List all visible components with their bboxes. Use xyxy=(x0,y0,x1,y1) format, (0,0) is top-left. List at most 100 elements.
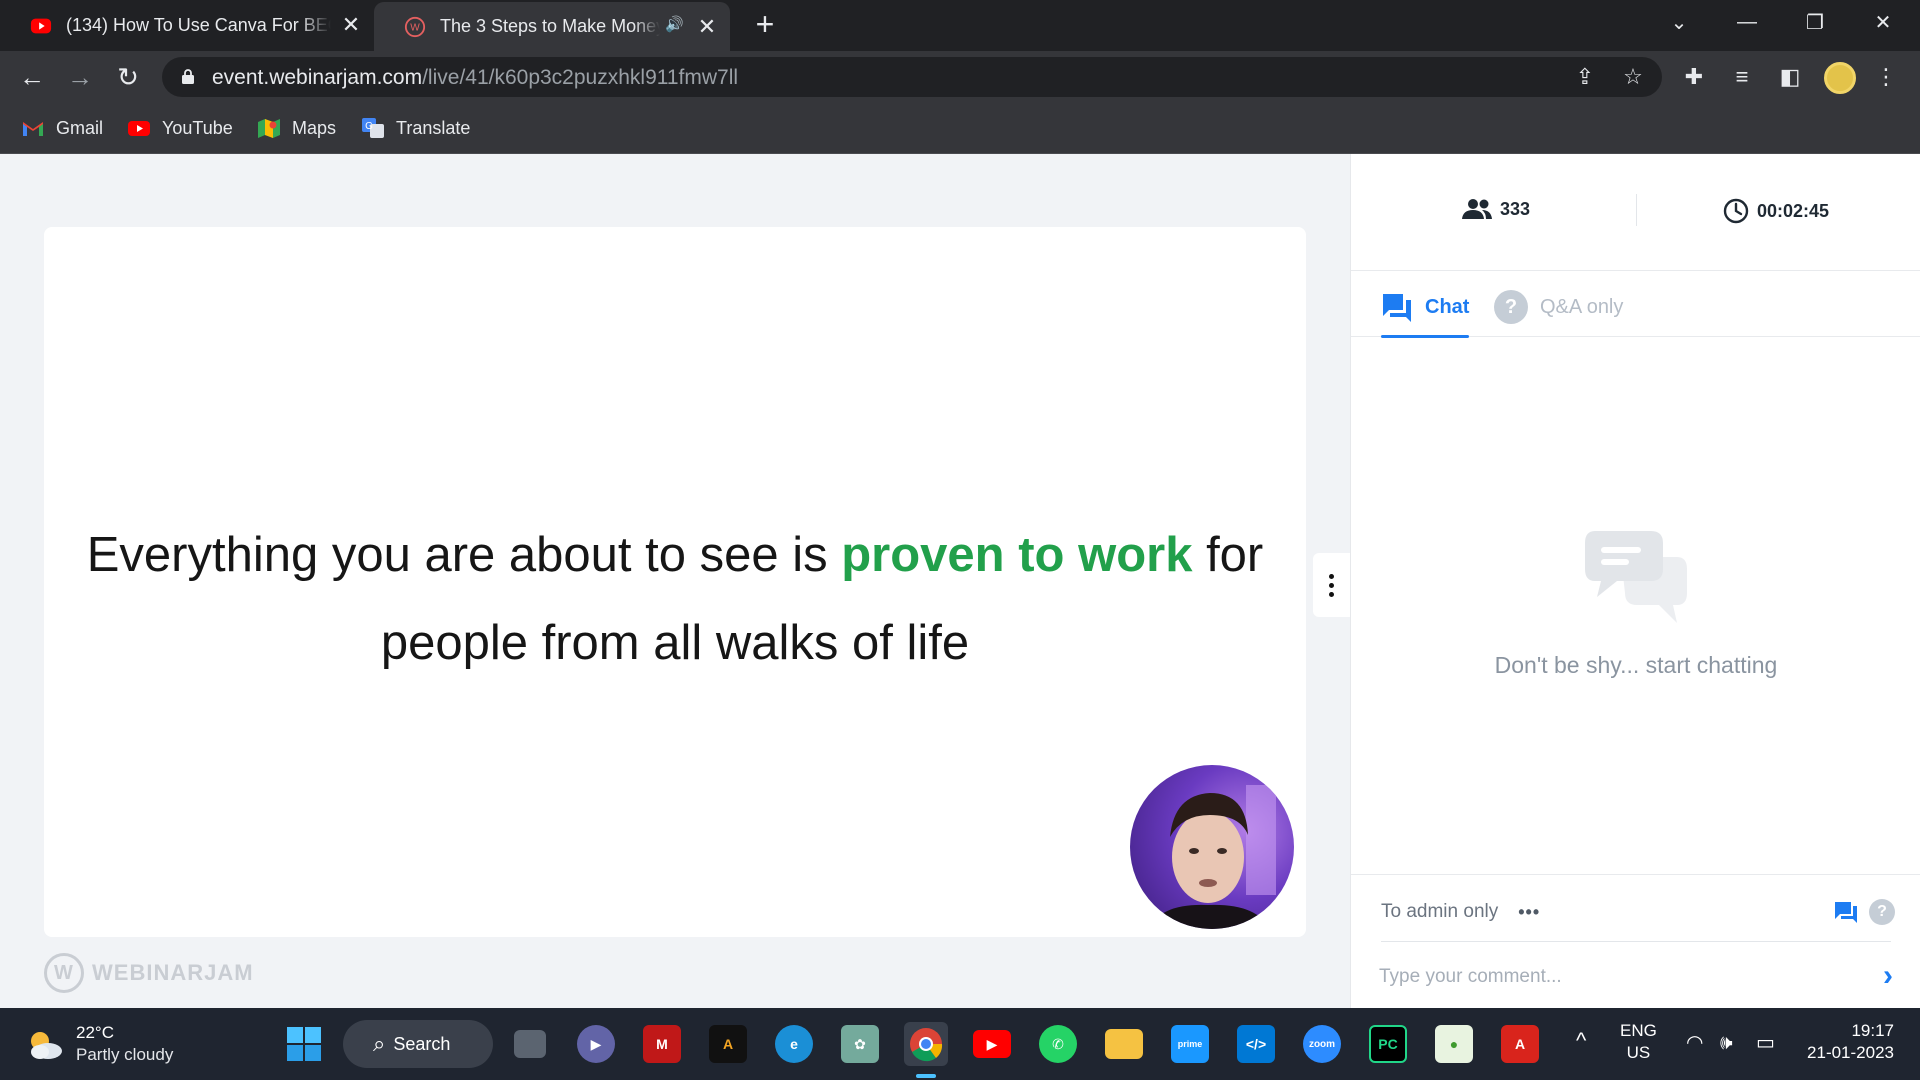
teams-chat-icon[interactable]: ▶ xyxy=(574,1022,618,1066)
bookmark-label: Maps xyxy=(292,117,337,138)
media-queue-icon[interactable]: ≡ xyxy=(1726,61,1758,93)
svg-text:G: G xyxy=(365,121,373,132)
tab-chat[interactable]: Chat xyxy=(1381,291,1470,338)
chatgpt-icon[interactable]: ✿ xyxy=(838,1022,882,1066)
region-code: US xyxy=(1626,1043,1651,1062)
empty-chat-illustration xyxy=(1351,527,1920,632)
empty-chat-message: Don't be shy... start chatting xyxy=(1494,652,1778,678)
volume-icon[interactable]: 🕪 xyxy=(1720,1032,1733,1054)
composer-divider xyxy=(1381,941,1891,942)
vscode-icon[interactable]: </> xyxy=(1234,1022,1278,1066)
green-app-icon[interactable]: ● xyxy=(1432,1022,1476,1066)
chat-bubbles-icon xyxy=(1383,294,1411,322)
minimize-icon[interactable]: — xyxy=(1714,0,1780,44)
weather-temperature: 22°C xyxy=(76,1023,114,1042)
bookmark-gmail[interactable]: Gmail xyxy=(22,115,103,141)
tab-chat-label: Chat xyxy=(1425,295,1470,318)
chat-mode-icon[interactable] xyxy=(1833,899,1859,925)
task-view-icon[interactable] xyxy=(508,1022,552,1066)
forward-arrow-icon[interactable]: → xyxy=(62,59,98,95)
windows-start-icon[interactable] xyxy=(282,1022,326,1066)
windows-taskbar: 22°C Partly cloudy ⌕ Search ▶ M A e ✿ ▶ … xyxy=(0,1008,1920,1080)
youtube-app-icon[interactable]: ▶ xyxy=(970,1022,1014,1066)
webinar-stage: Everything you are about to see is prove… xyxy=(0,154,1350,1008)
url-host: event.webinarjam.com xyxy=(212,66,423,89)
clock-time: 19:17 xyxy=(1851,1021,1894,1040)
pycharm-icon[interactable]: PC xyxy=(1366,1022,1410,1066)
prime-video-icon[interactable]: prime xyxy=(1168,1022,1212,1066)
weather-widget[interactable]: 22°C Partly cloudy xyxy=(26,1022,173,1066)
bookmark-label: YouTube xyxy=(162,117,233,138)
mcafee-icon[interactable]: M xyxy=(640,1022,684,1066)
whatsapp-icon[interactable]: ✆ xyxy=(1036,1022,1080,1066)
elapsed-time-value: 00:02:45 xyxy=(1757,200,1830,221)
side-panel-icon[interactable]: ◧ xyxy=(1774,61,1806,93)
show-hidden-icons-chevron-icon[interactable]: ^ xyxy=(1576,1030,1586,1052)
close-tab-icon[interactable]: ✕ xyxy=(340,14,362,36)
lock-icon xyxy=(182,69,194,84)
tab-strip: (134) How To Use Canva For BEGINNERS ✕ W… xyxy=(0,0,1920,51)
youtube-icon xyxy=(30,18,52,33)
zoom-icon[interactable]: zoom xyxy=(1300,1022,1344,1066)
battery-icon[interactable]: ▭ xyxy=(1756,1032,1775,1054)
close-window-icon[interactable]: ✕ xyxy=(1850,0,1916,44)
tab-title: The 3 Steps to Make Money Online xyxy=(440,16,660,36)
clock[interactable]: 19:17 21-01-2023 xyxy=(1800,1020,1894,1064)
close-tab-icon[interactable]: ✕ xyxy=(696,16,718,38)
profile-avatar[interactable] xyxy=(1824,62,1856,94)
acrobat-reader-icon[interactable]: A xyxy=(1498,1022,1542,1066)
webinarjam-ring-icon: W xyxy=(44,953,84,993)
bookmarks-bar: Gmail YouTube Maps G Translate xyxy=(0,103,1920,154)
panel-toggle-button[interactable] xyxy=(1313,553,1350,617)
clock-icon xyxy=(1723,198,1749,224)
search-label: Search xyxy=(393,1033,451,1054)
share-icon[interactable]: ⇪ xyxy=(1570,63,1600,91)
presentation-slide: Everything you are about to see is prove… xyxy=(44,227,1306,937)
recipient-selector[interactable]: To admin only ••• xyxy=(1381,901,1540,923)
affinity-app-icon[interactable]: A xyxy=(706,1022,750,1066)
webinarjam-icon: W xyxy=(404,16,426,37)
start-logo xyxy=(287,1027,321,1061)
menu-kebab-icon[interactable]: ⋮ xyxy=(1870,61,1902,93)
language-code: ENG xyxy=(1620,1021,1657,1040)
comment-input[interactable] xyxy=(1379,957,1849,997)
restore-icon[interactable]: ❐ xyxy=(1782,0,1848,44)
bookmark-maps[interactable]: Maps xyxy=(258,115,336,141)
tab-qa-label: Q&A only xyxy=(1540,295,1624,318)
back-arrow-icon[interactable]: ← xyxy=(14,59,50,95)
chat-tabs: Chat ? Q&A only xyxy=(1351,271,1920,338)
bookmark-youtube[interactable]: YouTube xyxy=(128,115,233,141)
tab-qa[interactable]: ? Q&A only xyxy=(1494,290,1624,324)
speaker-icon[interactable]: 🔊 xyxy=(665,15,684,33)
wifi-icon[interactable]: ◠ xyxy=(1686,1032,1703,1054)
tab-search-chevron-icon[interactable]: ⌄ xyxy=(1646,0,1712,44)
extensions-puzzle-icon[interactable]: ✚ xyxy=(1678,61,1710,93)
tab-canva-video[interactable]: (134) How To Use Canva For BEGINNERS ✕ xyxy=(0,0,374,51)
tab-title: (134) How To Use Canva For BEGINNERS xyxy=(66,15,331,35)
question-mode-icon[interactable]: ? xyxy=(1869,899,1895,925)
send-chevron-icon[interactable]: › xyxy=(1873,959,1903,993)
search-icon: ⌕ xyxy=(373,1031,386,1056)
presenter-video[interactable] xyxy=(1130,765,1294,929)
gmail-icon xyxy=(23,122,43,136)
slide-headline: Everything you are about to see is prove… xyxy=(44,511,1306,687)
more-options-icon[interactable]: ••• xyxy=(1518,902,1540,923)
address-bar[interactable]: event.webinarjam.com/live/41/k60p3c2puzx… xyxy=(162,57,1662,97)
language-indicator[interactable]: ENG US xyxy=(1620,1020,1657,1064)
reload-icon[interactable]: ↻ xyxy=(110,59,146,95)
recipient-label: To admin only xyxy=(1381,901,1499,922)
translate-icon: G xyxy=(362,118,384,138)
attendee-count-value: 333 xyxy=(1500,198,1531,219)
new-tab-plus-icon[interactable]: + xyxy=(748,8,782,42)
chrome-browser-icon[interactable] xyxy=(904,1022,948,1066)
chat-composer: To admin only ••• ? › xyxy=(1351,874,1920,1008)
tab-webinar[interactable]: W The 3 Steps to Make Money Online 🔊 ✕ xyxy=(374,2,730,51)
headline-highlight: proven to work xyxy=(841,528,1193,582)
chrome-logo xyxy=(910,1028,943,1062)
partly-cloudy-icon xyxy=(31,1032,62,1059)
edge-browser-icon[interactable]: e xyxy=(772,1022,816,1066)
bookmark-translate[interactable]: G Translate xyxy=(362,115,470,141)
file-explorer-icon[interactable] xyxy=(1102,1022,1146,1066)
taskbar-search[interactable]: ⌕ Search xyxy=(343,1020,493,1068)
bookmark-star-icon[interactable]: ☆ xyxy=(1618,63,1648,91)
